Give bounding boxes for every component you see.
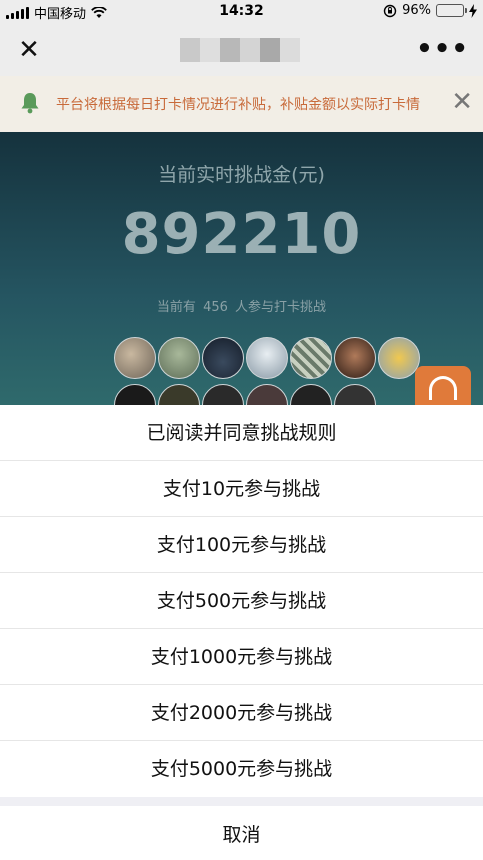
more-icon[interactable]: ••• (416, 34, 469, 64)
sheet-item-pay-100[interactable]: 支付100元参与挑战 (0, 517, 483, 573)
status-right: 96% (383, 3, 477, 18)
avatar (158, 337, 200, 379)
battery-icon (436, 4, 467, 17)
sheet-divider (0, 797, 483, 806)
headset-icon (429, 376, 457, 400)
avatar (114, 337, 156, 379)
hero-label: 当前实时挑战金(元) (158, 164, 325, 186)
notice-text: 平台将根据每日打卡情况进行补贴，补贴金额以实际打卡情 (56, 97, 420, 113)
challenge-hero: 当前实时挑战金(元) 892210 当前有 456 人参与打卡挑战 (0, 132, 483, 426)
count-value: 456 (203, 300, 228, 315)
charging-icon (469, 3, 477, 18)
nav-bar: ✕ ••• (0, 24, 483, 76)
avatar (334, 337, 376, 379)
avatar (246, 337, 288, 379)
orientation-lock-icon (383, 4, 397, 17)
cancel-button[interactable]: 取消 (0, 806, 483, 860)
sheet-item-pay-1000[interactable]: 支付1000元参与挑战 (0, 629, 483, 685)
count-suffix: 人参与打卡挑战 (235, 300, 327, 315)
sheet-item-pay-500[interactable]: 支付500元参与挑战 (0, 573, 483, 629)
close-icon[interactable]: ✕ (14, 36, 44, 66)
participant-avatars (114, 337, 420, 379)
count-prefix: 当前有 (156, 300, 196, 315)
battery-percent: 96% (402, 3, 431, 18)
nav-title-blurred (180, 38, 300, 62)
action-sheet: 已阅读并同意挑战规则 支付10元参与挑战 支付100元参与挑战 支付500元参与… (0, 405, 483, 860)
challenge-amount: 892210 (121, 202, 362, 267)
status-bar: 中国移动 14:32 96% (0, 0, 483, 24)
notice-close-icon[interactable]: ✕ (451, 88, 473, 116)
sheet-item-pay-10[interactable]: 支付10元参与挑战 (0, 461, 483, 517)
avatar (290, 337, 332, 379)
sheet-item-pay-2000[interactable]: 支付2000元参与挑战 (0, 685, 483, 741)
avatar (378, 337, 420, 379)
avatar (202, 337, 244, 379)
bell-icon (21, 93, 39, 114)
notice-bar: 平台将根据每日打卡情况进行补贴，补贴金额以实际打卡情 ✕ (0, 76, 483, 132)
participant-count: 当前有 456 人参与打卡挑战 (0, 296, 483, 315)
sheet-item-pay-5000[interactable]: 支付5000元参与挑战 (0, 741, 483, 797)
sheet-item-agree-rules[interactable]: 已阅读并同意挑战规则 (0, 405, 483, 461)
